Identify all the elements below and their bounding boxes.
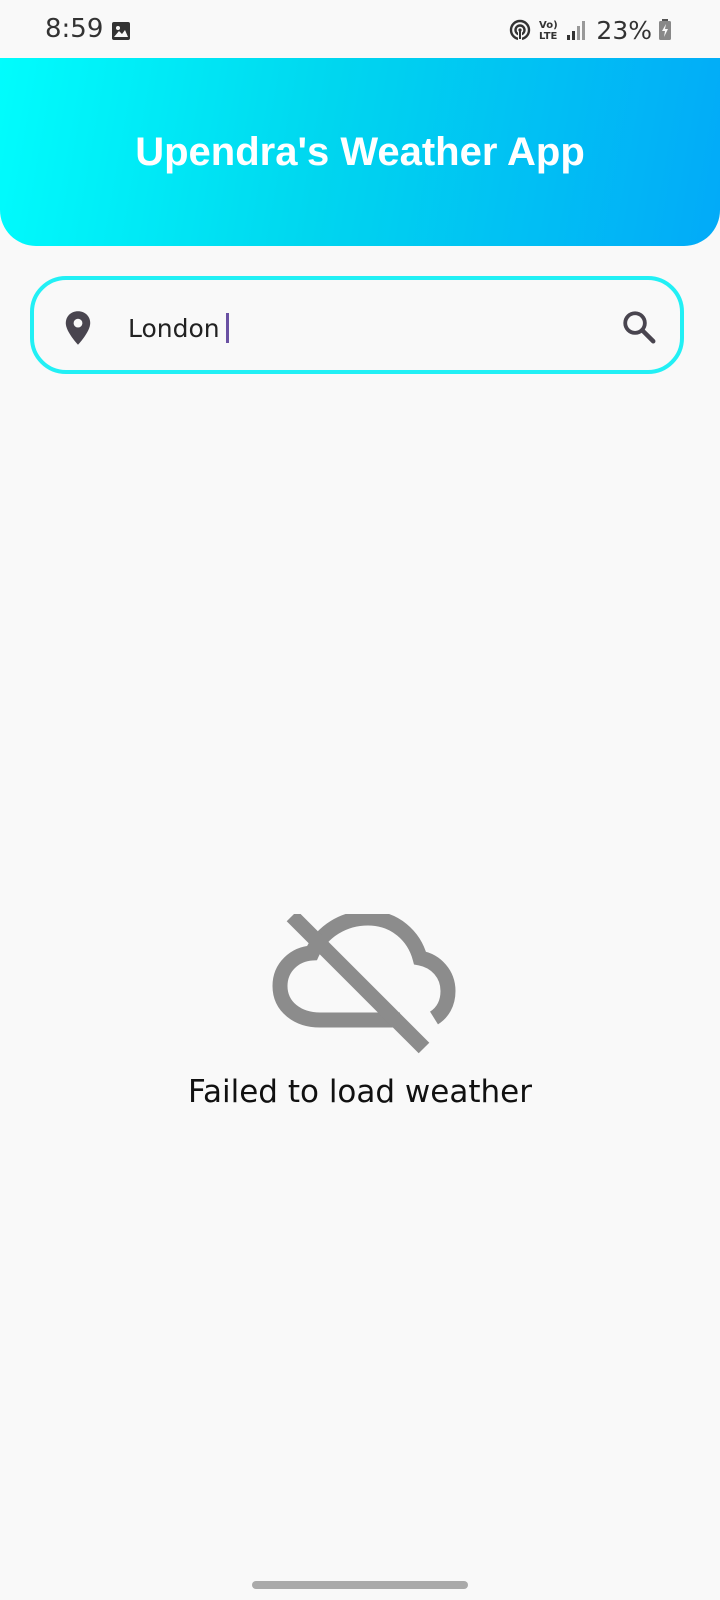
status-right-group: Vo) LTE 23% [508, 14, 672, 46]
weather-app-screen: 8:59 Vo) LTE 23% Upendra's Weather App L… [0, 0, 720, 1600]
battery-icon [659, 19, 671, 40]
hotspot-icon [510, 19, 531, 42]
status-bar: 8:59 Vo) LTE 23% [0, 0, 720, 58]
svg-text:LTE: LTE [539, 31, 558, 42]
search-icon[interactable] [620, 308, 658, 346]
city-search-field[interactable]: London [30, 276, 684, 374]
svg-text:Vo): Vo) [539, 20, 558, 31]
battery-percentage: 23% [596, 15, 652, 45]
cloud-off-icon [272, 914, 456, 1054]
text-cursor [225, 313, 229, 343]
search-input-value: London [128, 313, 220, 343]
app-title: Upendra's Weather App [135, 130, 585, 174]
gallery-icon [112, 22, 130, 40]
app-header: Upendra's Weather App [0, 58, 720, 246]
signal-icon [567, 21, 586, 40]
gesture-nav-handle[interactable] [252, 1581, 468, 1589]
error-message: Failed to load weather [188, 1074, 532, 1110]
volte-icon: Vo) LTE [539, 20, 558, 42]
location-pin-icon [65, 311, 91, 345]
status-time: 8:59 [45, 14, 104, 44]
city-search-input[interactable]: London [128, 308, 588, 348]
